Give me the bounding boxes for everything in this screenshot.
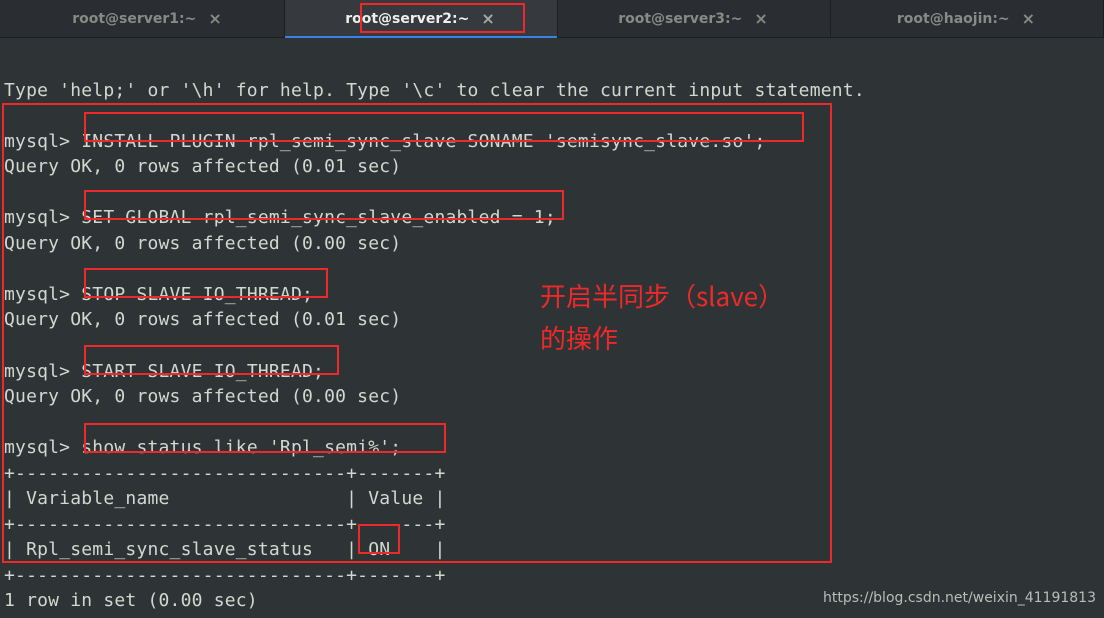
mysql-prompt: mysql> xyxy=(4,284,81,305)
watermark: https://blog.csdn.net/weixin_41191813 xyxy=(823,590,1096,606)
sql-command: INSTALL PLUGIN rpl_semi_sync_slave SONAM… xyxy=(81,131,765,152)
tab-server3[interactable]: root@server3:~ × xyxy=(558,0,831,37)
sql-command: SET GLOBAL rpl_semi_sync_slave_enabled =… xyxy=(81,207,556,228)
mysql-prompt: mysql> xyxy=(4,131,81,152)
query-result: Query OK, 0 rows affected (0.00 sec) xyxy=(4,233,401,254)
table-header: | Variable_name | Value | xyxy=(4,488,445,509)
mysql-prompt: mysql> xyxy=(4,207,81,228)
tab-haojin[interactable]: root@haojin:~ × xyxy=(831,0,1104,37)
query-result: Query OK, 0 rows affected (0.01 sec) xyxy=(4,309,401,330)
tab-label: root@server3:~ xyxy=(618,11,742,27)
mysql-prompt: mysql> xyxy=(4,437,81,458)
query-result: Query OK, 0 rows affected (0.01 sec) xyxy=(4,156,401,177)
table-border: +------------------------------+-------+ xyxy=(4,565,445,586)
query-result: 1 row in set (0.00 sec) xyxy=(4,590,258,611)
sql-command: show status like 'Rpl_semi%'; xyxy=(81,437,401,458)
tab-label: root@server2:~ xyxy=(345,11,469,27)
terminal[interactable]: Type 'help;' or '\h' for help. Type '\c'… xyxy=(0,38,1104,618)
tab-label: root@haojin:~ xyxy=(897,11,1010,27)
table-border: +------------------------------+-------+ xyxy=(4,514,445,535)
close-icon[interactable]: × xyxy=(1020,11,1037,27)
table-row: | Rpl_semi_sync_slave_status | ON | xyxy=(4,539,445,560)
tab-label: root@server1:~ xyxy=(72,11,196,27)
mysql-prompt: mysql> xyxy=(4,361,81,382)
terminal-line: Type 'help;' or '\h' for help. Type '\c'… xyxy=(4,80,865,101)
sql-command: STOP SLAVE IO_THREAD; xyxy=(81,284,313,305)
sql-command: START SLAVE IO_THREAD; xyxy=(81,361,324,382)
tab-bar: root@server1:~ × root@server2:~ × root@s… xyxy=(0,0,1104,38)
query-result: Query OK, 0 rows affected (0.00 sec) xyxy=(4,386,401,407)
table-border: +------------------------------+-------+ xyxy=(4,463,445,484)
close-icon[interactable]: × xyxy=(752,11,769,27)
close-icon[interactable]: × xyxy=(479,11,496,27)
tab-server2[interactable]: root@server2:~ × xyxy=(285,0,558,37)
close-icon[interactable]: × xyxy=(206,11,223,27)
tab-server1[interactable]: root@server1:~ × xyxy=(12,0,285,37)
